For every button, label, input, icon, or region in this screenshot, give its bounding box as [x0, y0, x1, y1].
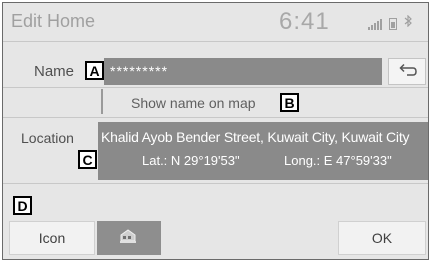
- divider: [3, 87, 428, 88]
- divider: [3, 117, 428, 118]
- clock: 6:41: [279, 8, 330, 35]
- name-label: Name: [34, 63, 75, 80]
- location-label: Location: [21, 130, 74, 146]
- callout-b: B: [280, 93, 299, 112]
- callout-c: C: [78, 150, 97, 169]
- signal-icon: [368, 19, 382, 30]
- location-field[interactable]: Khalid Ayob Bender Street, Kuwait City, …: [98, 122, 428, 180]
- icon-button[interactable]: Icon: [9, 221, 95, 255]
- battery-icon: [389, 18, 398, 30]
- divider: [3, 183, 428, 184]
- back-arrow-icon: [399, 63, 417, 76]
- back-button[interactable]: [388, 58, 426, 85]
- icon-preview[interactable]: [97, 221, 161, 255]
- latitude: Lat.: N 29°19'53": [142, 153, 240, 168]
- callout-d: D: [13, 196, 32, 215]
- status-icons: [368, 14, 413, 30]
- bluetooth-icon: [404, 14, 413, 30]
- longitude: Long.: E 47°59'33": [284, 153, 392, 168]
- name-value: *********: [110, 63, 169, 79]
- home-icon: [120, 229, 136, 243]
- page-title: Edit Home: [11, 11, 96, 31]
- show-name-on-map-button[interactable]: Show name on map: [131, 95, 256, 111]
- divider: [3, 41, 428, 42]
- show-name-indicator: [101, 89, 103, 114]
- callout-a: A: [85, 61, 104, 80]
- name-field[interactable]: *********: [104, 58, 382, 85]
- edit-home-screen: Edit Home 6:41 Name ********* Show name …: [2, 2, 429, 260]
- location-address: Khalid Ayob Bender Street, Kuwait City, …: [101, 129, 410, 145]
- ok-button[interactable]: OK: [338, 221, 426, 255]
